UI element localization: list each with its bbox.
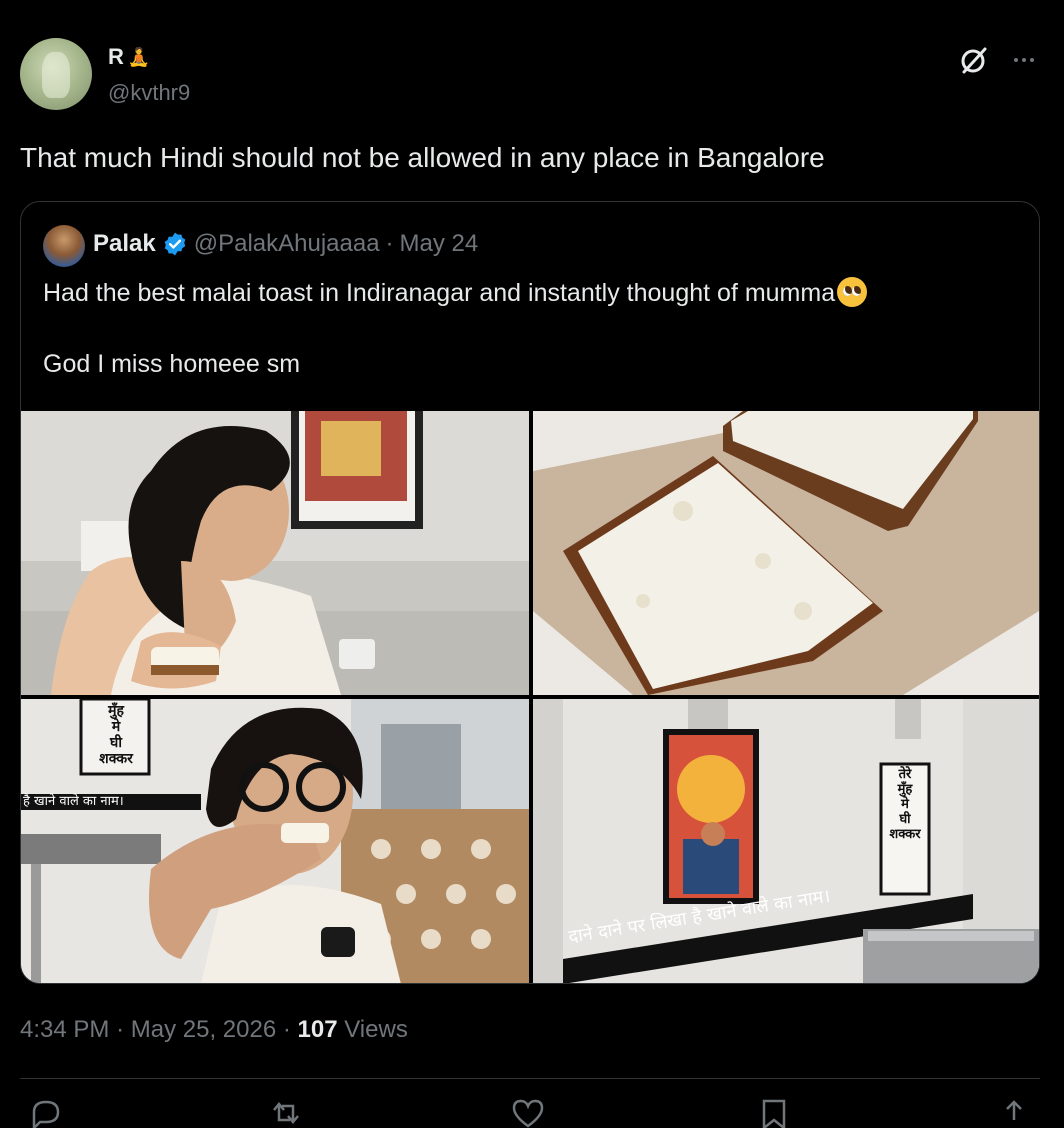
meditation-emoji-icon: 🧘 bbox=[127, 46, 151, 67]
like-icon[interactable] bbox=[510, 1098, 546, 1128]
photo4-sign-top: तेरे मुँह मे घी शक्कर bbox=[883, 767, 927, 842]
share-icon[interactable] bbox=[996, 1098, 1032, 1128]
views-label: Views bbox=[344, 1016, 408, 1043]
photo-malai-toast[interactable] bbox=[533, 411, 1039, 695]
tweet-date[interactable]: May 25, 2026 bbox=[131, 1016, 276, 1043]
photo4-sign-word: घी bbox=[899, 812, 911, 827]
quoted-separator: · bbox=[385, 230, 394, 257]
quoted-date[interactable]: May 24 bbox=[400, 230, 479, 258]
author-display-name: R bbox=[108, 44, 124, 69]
photo3-sign-band: है खाने वाले का नाम। bbox=[23, 794, 124, 809]
retweet-icon[interactable] bbox=[268, 1098, 304, 1128]
quoted-text-line2: God I miss homeee sm bbox=[43, 350, 301, 378]
tweet-text: That much Hindi should not be allowed in… bbox=[20, 142, 825, 173]
quoted-header: Palak @PalakAhujaaaa · May 24 bbox=[93, 230, 478, 258]
photo3-sign-word: मे bbox=[111, 719, 121, 735]
reply-icon[interactable] bbox=[28, 1098, 64, 1128]
photo4-sign-word: मे bbox=[901, 797, 909, 812]
author-handle[interactable]: @kvthr9 bbox=[108, 80, 190, 106]
author-name[interactable]: R 🧘 bbox=[108, 44, 150, 70]
meta-separator: · bbox=[282, 1016, 291, 1043]
quoted-tweet[interactable]: Palak @PalakAhujaaaa · May 24 Had the be… bbox=[20, 201, 1040, 984]
quoted-name[interactable]: Palak bbox=[93, 230, 156, 258]
photo3-sign-top: मुँह मे घी शक्कर bbox=[84, 703, 148, 767]
photo4-sign-word: मुँह bbox=[897, 782, 913, 797]
photo-woman-side[interactable] bbox=[21, 411, 529, 695]
photo4-sign-word: शक्कर bbox=[889, 827, 921, 842]
pleading-face-emoji-icon bbox=[837, 277, 868, 307]
photo4-sign-word: तेरे bbox=[898, 767, 912, 782]
tweet-time[interactable]: 4:34 PM bbox=[20, 1016, 109, 1043]
photo3-sign-word: घी bbox=[110, 735, 122, 751]
photo-cafe-wall[interactable]: तेरे मुँह मे घी शक्कर दाने दाने पर लिखा … bbox=[533, 699, 1039, 983]
quoted-avatar[interactable] bbox=[43, 225, 85, 267]
quoted-text-line1-content: Had the best malai toast in Indiranagar … bbox=[43, 279, 836, 307]
grok-icon[interactable] bbox=[956, 42, 992, 78]
author-avatar[interactable] bbox=[20, 38, 92, 110]
views-count: 107 bbox=[297, 1016, 338, 1043]
photo3-sign-word: शक्कर bbox=[99, 751, 133, 767]
meta-separator: · bbox=[116, 1016, 125, 1043]
tweet-meta: 4:34 PM · May 25, 2026 · 107 Views bbox=[20, 1016, 408, 1044]
quoted-text-line1: Had the best malai toast in Indiranagar … bbox=[43, 277, 868, 309]
media-grid: मुँह मे घी शक्कर है खाने वाले का नाम। ते… bbox=[21, 411, 1039, 983]
quoted-handle[interactable]: @PalakAhujaaaa bbox=[194, 230, 380, 258]
more-icon[interactable] bbox=[1006, 42, 1042, 78]
photo-woman-eating[interactable]: मुँह मे घी शक्कर है खाने वाले का नाम। bbox=[21, 699, 529, 983]
verified-badge-icon bbox=[164, 232, 186, 256]
divider bbox=[20, 1078, 1040, 1079]
photo3-sign-word: मुँह bbox=[108, 703, 124, 719]
bookmark-icon[interactable] bbox=[756, 1098, 792, 1128]
